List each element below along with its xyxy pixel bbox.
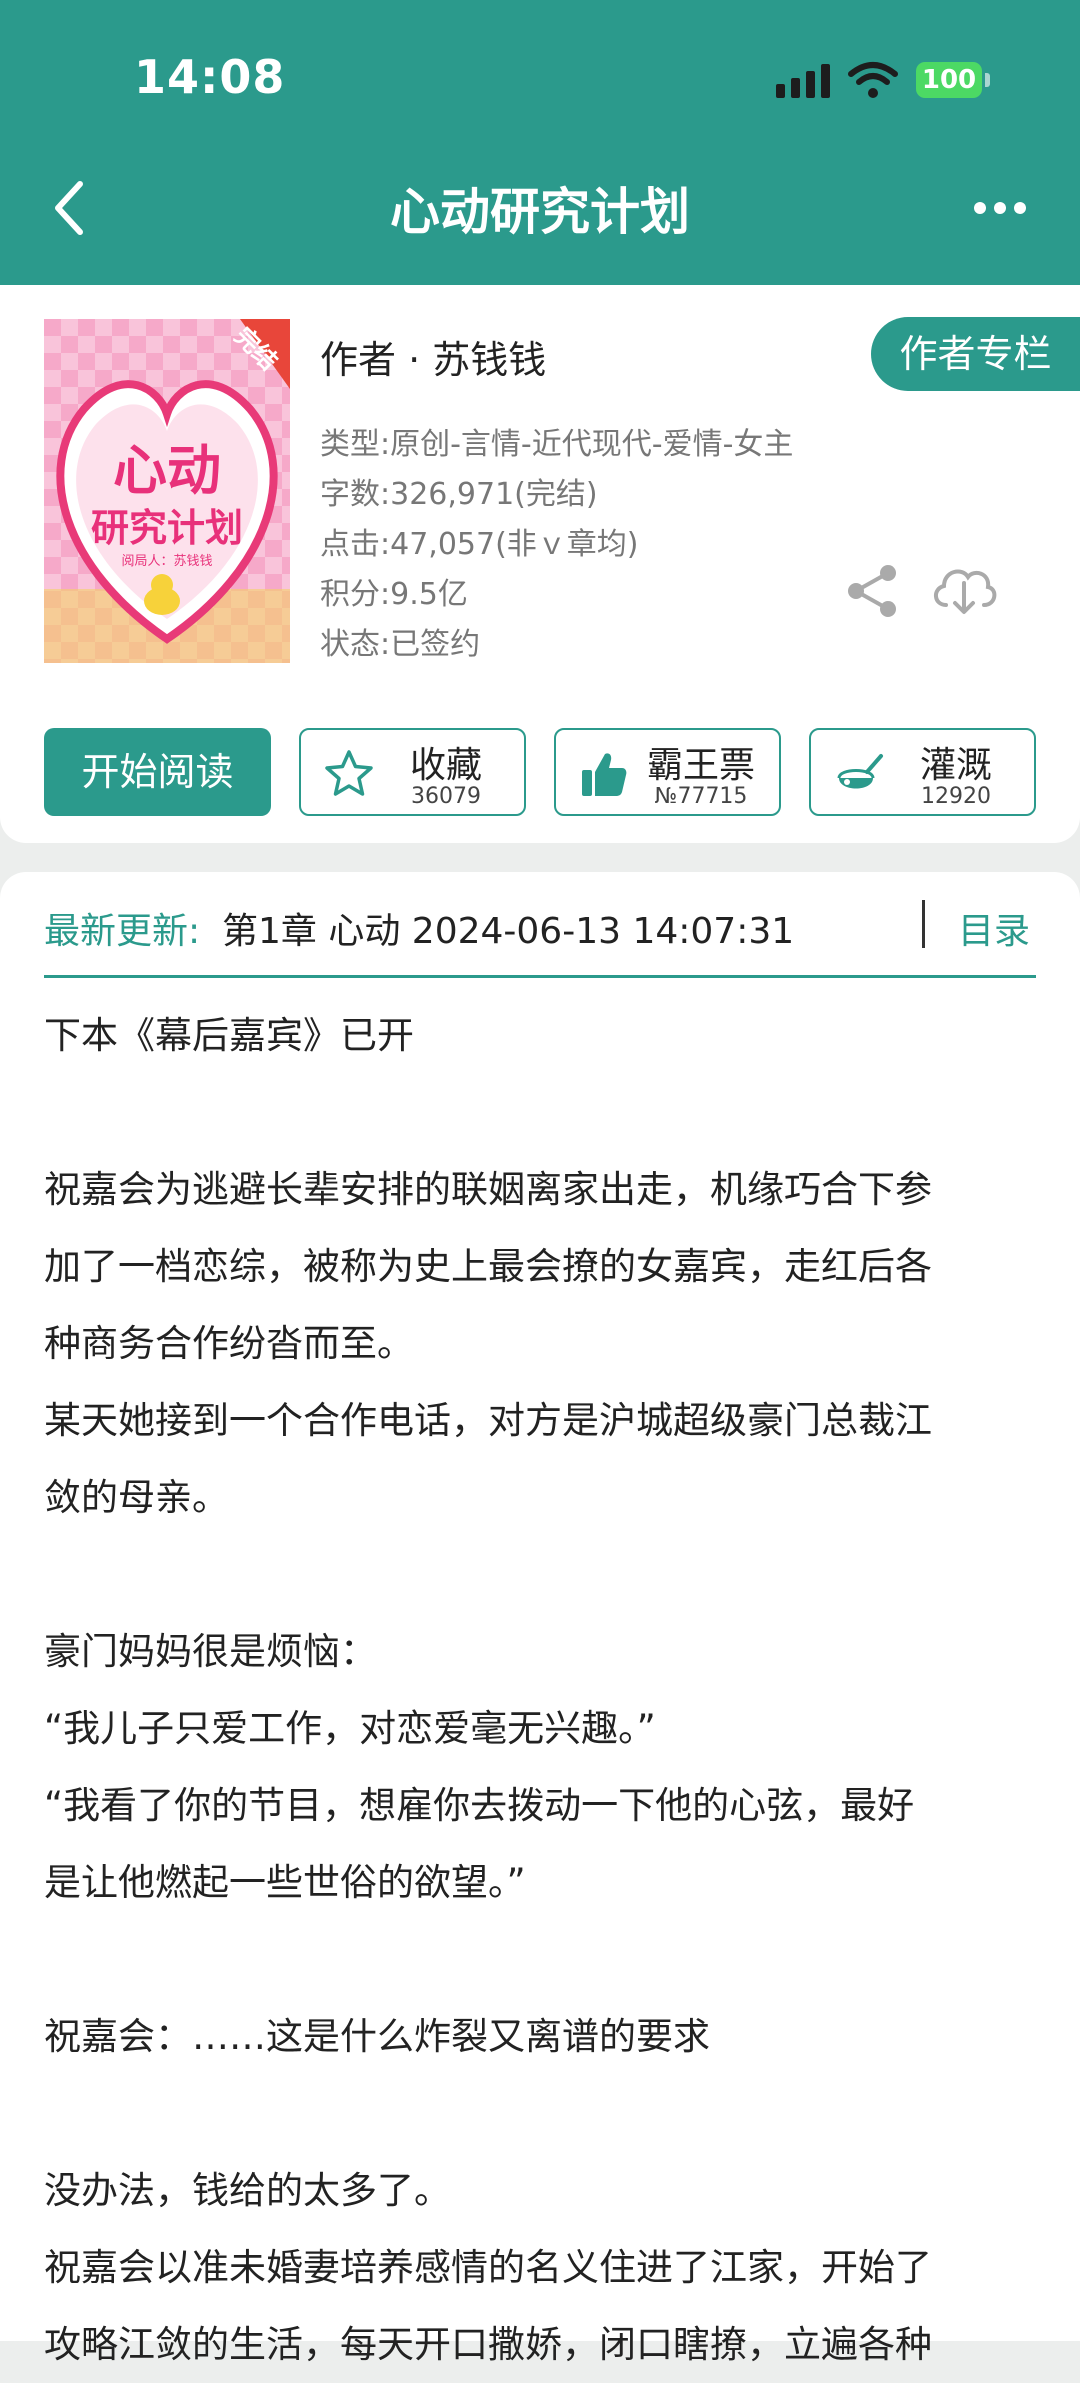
start-reading-button[interactable]: 开始阅读 — [44, 728, 271, 816]
battery-indicator: 100 — [916, 62, 982, 98]
thumbs-up-icon — [582, 753, 627, 796]
intro-line: “我儿子只爱工作，对恋爱毫无兴趣。” — [44, 1707, 656, 1750]
water-count: 12920 — [921, 784, 991, 809]
watering-icon — [837, 754, 883, 789]
share-icon[interactable] — [844, 563, 900, 619]
book-cover[interactable]: 心动 研究计划 阅局人：苏钱钱 完结 — [44, 319, 290, 663]
intro-line: 下本《幕后嘉宾》已开 — [44, 1014, 414, 1057]
water-button[interactable]: 灌溉 12920 — [809, 728, 1036, 816]
intro-line: 加了一档恋综，被称为史上最会撩的女嘉宾，走红后各 — [44, 1245, 932, 1288]
intro-line — [44, 1536, 1036, 1613]
content-card: 最新更新: 第1章 心动 2024-06-13 14:07:31 目录 下本《幕… — [0, 872, 1080, 2366]
more-options-icon[interactable] — [970, 190, 1030, 226]
intro-line — [44, 2075, 1036, 2152]
intro-line: 祝嘉会为逃避长辈安排的联姻离家出走，机缘巧合下参 — [44, 1168, 932, 1211]
intro-line: 某天她接到一个合作电话，对方是沪城超级豪门总裁江 — [44, 1399, 932, 1442]
meta-clicks: 点击:47,057(非ｖ章均) — [320, 527, 639, 562]
intro-line: 种商务合作纷沓而至。 — [44, 1322, 414, 1365]
intro-line: 祝嘉会以准未婚妻培养感情的名义住进了江家，开始了 — [44, 2246, 932, 2289]
intro-line — [44, 1921, 1036, 1998]
intro-line: 祝嘉会：……这是什么炸裂又离谱的要求 — [44, 2015, 710, 2058]
vote-count: №77715 — [654, 784, 748, 809]
meta-status: 状态:已签约 — [320, 627, 481, 662]
page-title: 心动研究计划 — [390, 183, 690, 241]
favorite-button[interactable]: 收藏 36079 — [299, 728, 526, 816]
intro-line: 攻略江敛的生活，每天开口撒娇，闭口瞎撩，立遍各种 — [44, 2323, 932, 2366]
status-time: 14:08 — [134, 50, 286, 104]
author-name[interactable]: 作者 · 苏钱钱 — [320, 329, 546, 384]
intro-line: “我看了你的节目，想雇你去拨动一下他的心弦，最好 — [44, 1784, 915, 1827]
header: 14:08 100 心动研究计划 — [0, 0, 1080, 285]
book-info-card: 心动 研究计划 阅局人：苏钱钱 完结 作者 · 苏钱钱 作者专栏 类型:原创-言… — [0, 285, 1080, 843]
table-of-contents-link[interactable]: 目录 — [958, 902, 1030, 954]
cover-title-line2: 研究计划 — [91, 506, 243, 550]
wifi-icon — [848, 62, 898, 98]
intro-line: 是让他燃起一些世俗的欲望。” — [44, 1861, 526, 1904]
intro-line: 敛的母亲。 — [44, 1476, 229, 1519]
vote-button[interactable]: 霸王票 №77715 — [554, 728, 781, 816]
water-label: 灌溉 — [919, 745, 992, 786]
intro-line — [44, 1074, 1036, 1151]
book-introduction: 下本《幕后嘉宾》已开 祝嘉会为逃避长辈安排的联姻离家出走，机缘巧合下参 加了一档… — [44, 997, 1036, 2383]
meta-genre: 类型:原创-言情-近代现代-爱情-女主 — [320, 427, 794, 462]
meta-word-count: 字数:326,971(完结) — [320, 477, 598, 512]
meta-score: 积分:9.5亿 — [320, 577, 468, 612]
cover-title-line1: 心动 — [113, 439, 221, 502]
favorite-label: 收藏 — [409, 745, 482, 786]
toc-divider — [922, 900, 925, 948]
star-icon — [325, 750, 373, 796]
author-column-button[interactable]: 作者专栏 — [871, 317, 1080, 391]
latest-chapter-link[interactable]: 第1章 心动 2024-06-13 14:07:31 — [222, 902, 794, 954]
cover-artwork: 心动 研究计划 阅局人：苏钱钱 完结 — [44, 319, 290, 663]
latest-update-label: 最新更新: — [44, 911, 201, 952]
signal-icon — [776, 64, 830, 98]
favorite-count: 36079 — [411, 784, 481, 809]
cloud-download-icon[interactable] — [928, 559, 1000, 619]
intro-line: 豪门妈妈很是烦恼： — [44, 1630, 377, 1673]
intro-line: 没办法，钱给的太多了。 — [44, 2169, 451, 2212]
cover-subtitle: 阅局人：苏钱钱 — [121, 553, 212, 569]
vote-label: 霸王票 — [646, 745, 755, 786]
section-underline — [44, 975, 1036, 978]
battery-cap — [985, 73, 990, 87]
